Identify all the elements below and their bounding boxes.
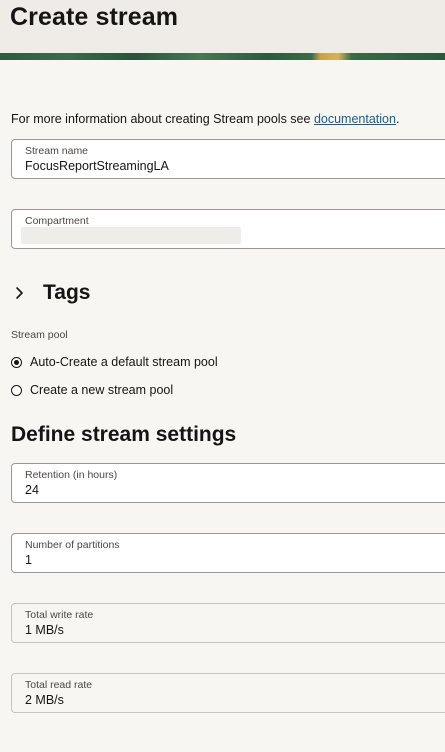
- read-rate-value: 2 MB/s: [25, 693, 64, 707]
- chevron-right-icon[interactable]: [13, 286, 27, 300]
- info-text: For more information about creating Stre…: [11, 112, 314, 126]
- page-title: Create stream: [10, 3, 179, 31]
- write-rate-value: 1 MB/s: [25, 623, 64, 637]
- define-settings-title: Define stream settings: [11, 423, 237, 446]
- radio-create-new-label[interactable]: Create a new stream pool: [30, 383, 173, 397]
- radio-button-unchecked[interactable]: [11, 385, 22, 396]
- read-rate-label: Total read rate: [25, 679, 93, 691]
- documentation-info: For more information about creating Stre…: [11, 112, 399, 126]
- info-suffix: .: [395, 112, 400, 126]
- radio-auto-create-label[interactable]: Auto-Create a default stream pool: [30, 355, 218, 369]
- compartment-label: Compartment: [25, 215, 89, 227]
- partitions-input[interactable]: 1: [25, 553, 32, 567]
- write-rate-field: Total write rate 1 MB/s: [11, 603, 445, 643]
- partitions-label: Number of partitions: [25, 539, 120, 551]
- stream-name-input[interactable]: FocusReportStreamingLA: [25, 159, 169, 173]
- compartment-field[interactable]: Compartment: [11, 209, 445, 249]
- compartment-select[interactable]: [21, 227, 241, 244]
- documentation-link[interactable]: documentation: [314, 112, 396, 126]
- retention-field[interactable]: Retention (in hours) 24: [11, 463, 445, 503]
- stream-pool-label: Stream pool: [11, 329, 68, 341]
- read-rate-field: Total read rate 2 MB/s: [11, 673, 445, 713]
- tags-title: Tags: [43, 281, 91, 304]
- radio-button-checked[interactable]: [11, 357, 22, 368]
- create-stream-page: Create stream For more information about…: [0, 0, 445, 752]
- partitions-field[interactable]: Number of partitions 1: [11, 533, 445, 573]
- page-header: Create stream: [0, 0, 445, 53]
- stream-name-field[interactable]: Stream name FocusReportStreamingLA: [11, 139, 445, 179]
- retention-label: Retention (in hours): [25, 469, 118, 481]
- write-rate-label: Total write rate: [25, 609, 94, 621]
- header-banner-image: [0, 53, 445, 60]
- retention-input[interactable]: 24: [25, 483, 39, 497]
- stream-name-label: Stream name: [25, 145, 89, 157]
